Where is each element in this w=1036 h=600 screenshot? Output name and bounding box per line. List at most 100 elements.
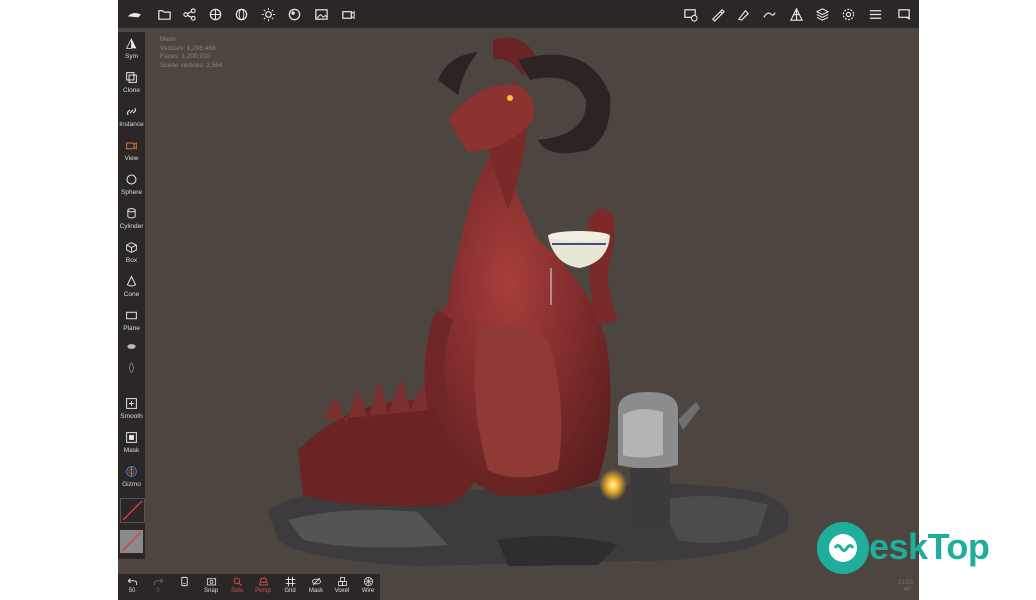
nomad-sculpt-app: Sym Clone Instance View Sphere Cylinder … xyxy=(118,0,919,600)
corner-line: 21/53 xyxy=(897,580,913,586)
add-layer-icon[interactable] xyxy=(680,4,700,24)
mask-icon xyxy=(126,432,137,443)
corner-info: 21/53 45° xyxy=(898,580,913,594)
settings-icon[interactable] xyxy=(838,4,858,24)
tool-view[interactable]: View xyxy=(118,136,145,170)
tool-drop[interactable] xyxy=(118,358,145,384)
bottom-label: Voxel xyxy=(334,588,350,594)
cylinder-icon xyxy=(127,208,136,219)
more-icon[interactable] xyxy=(894,4,914,24)
menu-icon[interactable] xyxy=(124,4,144,24)
bottom-label: Mask xyxy=(308,588,324,594)
watermark-text: eskTop xyxy=(869,526,990,567)
dragon-head xyxy=(438,37,611,210)
background-icon[interactable] xyxy=(311,4,331,24)
tool-mask[interactable]: Mask xyxy=(118,428,145,462)
tool-label: Clone xyxy=(123,87,140,94)
mask-toggle-button[interactable]: Mask xyxy=(304,576,328,600)
tool-label: Sym xyxy=(125,53,138,60)
tool-sphere[interactable]: Sphere xyxy=(118,170,145,204)
undo-icon xyxy=(127,578,137,585)
undo-button[interactable]: 50 xyxy=(120,576,144,600)
tool-gizmo[interactable]: Gizmo xyxy=(118,462,145,496)
sphere-icon xyxy=(126,174,137,185)
device-icon xyxy=(180,576,188,587)
redo-count: 0 xyxy=(156,588,160,594)
tool-smooth[interactable]: Smooth xyxy=(118,394,145,428)
eye-icon xyxy=(127,344,136,349)
dragon-body xyxy=(424,140,611,496)
mesh-stats: Mesh Vertices: 1,206,468 Faces: 1,200,91… xyxy=(160,36,223,70)
solo-button[interactable]: Solo xyxy=(225,576,249,600)
desktop-watermark: eskTop xyxy=(813,516,1017,580)
grid-icon xyxy=(285,576,295,587)
tool-box[interactable]: Box xyxy=(118,238,145,272)
drop-icon xyxy=(128,361,135,374)
snap-camera-icon xyxy=(206,578,216,586)
tool-clone[interactable]: Clone xyxy=(118,68,145,102)
scene-icon[interactable] xyxy=(205,4,225,24)
no-color-icon xyxy=(122,500,143,521)
options-icon[interactable] xyxy=(865,4,885,24)
clone-icon xyxy=(126,72,137,83)
bottom-label: Snap xyxy=(203,588,218,594)
redo-button[interactable]: 0 xyxy=(146,576,170,600)
top-toolbar xyxy=(118,0,919,28)
share-icon[interactable] xyxy=(179,4,199,24)
undo-count: 50 xyxy=(128,588,136,594)
watermark-logo-icon xyxy=(817,522,869,574)
globe-icon[interactable] xyxy=(231,4,251,24)
bottom-label: Persp xyxy=(255,588,271,594)
bottom-label: Solo xyxy=(230,588,243,594)
view-camera-icon xyxy=(126,142,137,150)
symmetry-icon xyxy=(125,38,137,49)
layers-icon[interactable] xyxy=(812,4,832,24)
corner-line: 45° xyxy=(903,587,913,593)
left-toolbar: Sym Clone Instance View Sphere Cylinder … xyxy=(118,32,145,559)
tool-cylinder[interactable]: Cylinder xyxy=(118,204,145,238)
tool-more[interactable] xyxy=(118,338,145,352)
bottom-label: Wire xyxy=(361,588,375,594)
cone-icon xyxy=(126,275,137,287)
viewport-scene[interactable] xyxy=(118,0,919,600)
stroke-icon[interactable] xyxy=(759,4,779,24)
folder-icon[interactable] xyxy=(154,4,174,24)
bottom-toolbar: 50 0 Snap Solo Persp Grid Mask Voxel Wir… xyxy=(118,574,380,600)
persp-button[interactable]: Persp xyxy=(251,576,275,600)
tool-label: Instance xyxy=(119,121,144,128)
gizmo-icon xyxy=(126,466,137,477)
solo-search-icon xyxy=(233,577,242,586)
tool-plane[interactable]: Plane xyxy=(118,306,145,340)
plane-icon xyxy=(126,311,137,320)
tool-sym[interactable]: Sym xyxy=(118,34,145,68)
tool-label: Smooth xyxy=(120,413,143,420)
camera-icon[interactable] xyxy=(338,4,358,24)
wire-button[interactable]: Wire xyxy=(356,576,380,600)
tool-cone[interactable]: Cone xyxy=(118,272,145,306)
grid-button[interactable]: Grid xyxy=(278,576,302,600)
voxel-button[interactable]: Voxel xyxy=(330,576,354,600)
stats-line: Faces: 1,200,910 xyxy=(160,53,211,60)
eye-off-icon xyxy=(311,577,321,586)
tool-label: Plane xyxy=(123,325,140,332)
color-swatch-secondary[interactable] xyxy=(120,530,143,553)
material-icon[interactable] xyxy=(284,4,304,24)
topology-icon[interactable] xyxy=(786,4,806,24)
box-icon xyxy=(126,242,137,253)
link-icon xyxy=(126,107,137,116)
tool-instance[interactable]: Instance xyxy=(118,102,145,136)
perspective-icon xyxy=(258,577,268,586)
phone-button[interactable] xyxy=(172,576,196,600)
paint-icon[interactable] xyxy=(733,4,753,24)
tool-label: Cylinder xyxy=(119,223,144,230)
light-icon[interactable] xyxy=(258,4,278,24)
stats-line: Scene vertices: 2,564 xyxy=(160,61,223,69)
color-swatch-primary[interactable] xyxy=(120,498,145,523)
bottom-label: Grid xyxy=(284,588,296,594)
redo-icon xyxy=(153,578,163,585)
brush-icon[interactable] xyxy=(707,4,727,24)
tool-label: Mask xyxy=(123,447,140,454)
snap-button[interactable]: Snap xyxy=(199,576,223,600)
tool-label: Box xyxy=(125,257,138,264)
stats-line: Mesh xyxy=(160,36,176,43)
